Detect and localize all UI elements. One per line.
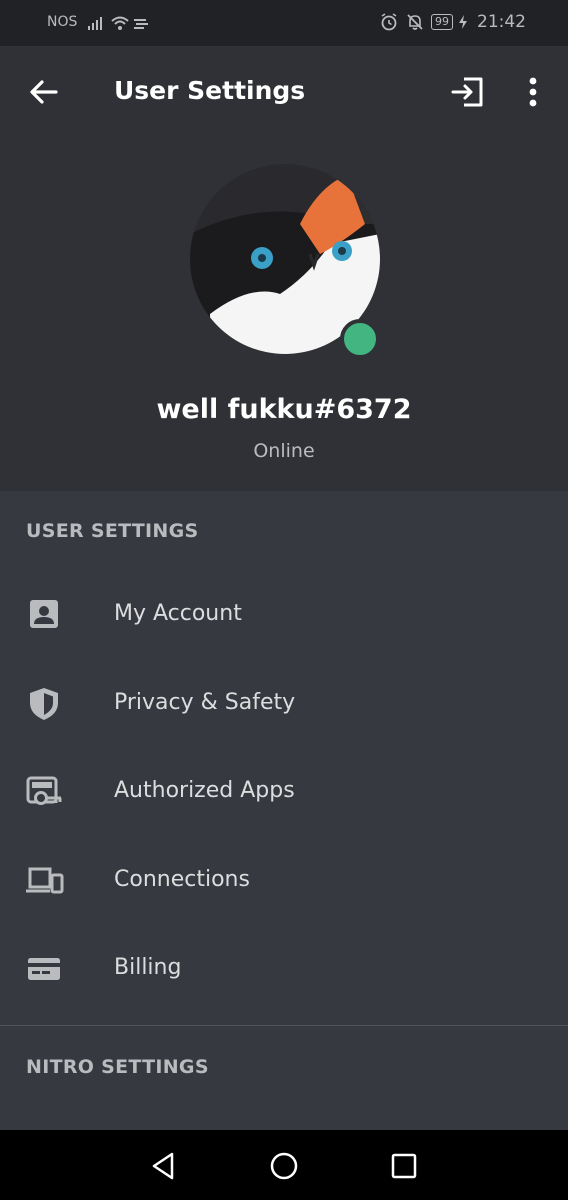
carrier-name: NOS (47, 14, 78, 30)
battery-indicator: 99 (431, 14, 453, 30)
alarm-icon (381, 13, 397, 31)
charging-icon (459, 15, 467, 29)
settings-item-label: Connections (114, 866, 250, 892)
username: well fukku#6372 (156, 394, 412, 425)
settings-item-label: Billing (114, 955, 182, 980)
settings-item-my-account[interactable]: My Account (0, 571, 568, 660)
devices-icon (26, 867, 64, 893)
app-bar: User Settings (0, 46, 568, 138)
nav-home-icon[interactable] (266, 1148, 302, 1184)
settings-item-billing[interactable]: Billing (0, 925, 568, 1014)
settings-item-label: My Account (114, 601, 242, 626)
credit-card-icon (28, 958, 60, 980)
notifications-off-icon (407, 14, 423, 30)
settings-item-authorized-apps[interactable]: Authorized Apps (0, 748, 568, 837)
account-icon (30, 600, 58, 628)
back-arrow-icon[interactable] (26, 74, 62, 110)
section-heading-user-settings: USER SETTINGS (26, 520, 199, 542)
online-status-indicator (340, 319, 380, 359)
section-divider (0, 1025, 568, 1026)
nav-recents-icon[interactable] (386, 1148, 422, 1184)
section-heading-nitro-settings: NITRO SETTINGS (26, 1056, 209, 1078)
nav-back-icon[interactable] (146, 1148, 182, 1184)
settings-item-label: Authorized Apps (114, 778, 295, 803)
authorized-apps-icon (26, 776, 62, 805)
user-settings-list: My Account Privacy & Safety Authorized A… (0, 571, 568, 1014)
signal-wifi-icon (88, 16, 148, 30)
status-right: 99 21:42 (379, 12, 526, 32)
presence-status: Online (253, 440, 315, 462)
settings-item-privacy-safety[interactable]: Privacy & Safety (0, 660, 568, 749)
avatar-wrapper[interactable] (190, 164, 380, 359)
page-title: User Settings (114, 76, 306, 105)
system-navigation-bar (0, 1130, 568, 1200)
status-bar: NOS 99 21:42 (0, 0, 568, 46)
logout-icon[interactable] (450, 74, 486, 110)
shield-icon (30, 687, 58, 720)
settings-item-label: Privacy & Safety (114, 689, 296, 715)
profile-header: User Settings well fukku#6372 Online (0, 46, 568, 491)
settings-item-connections[interactable]: Connections (0, 837, 568, 926)
clock: 21:42 (477, 12, 526, 32)
more-options-icon[interactable] (518, 74, 548, 110)
